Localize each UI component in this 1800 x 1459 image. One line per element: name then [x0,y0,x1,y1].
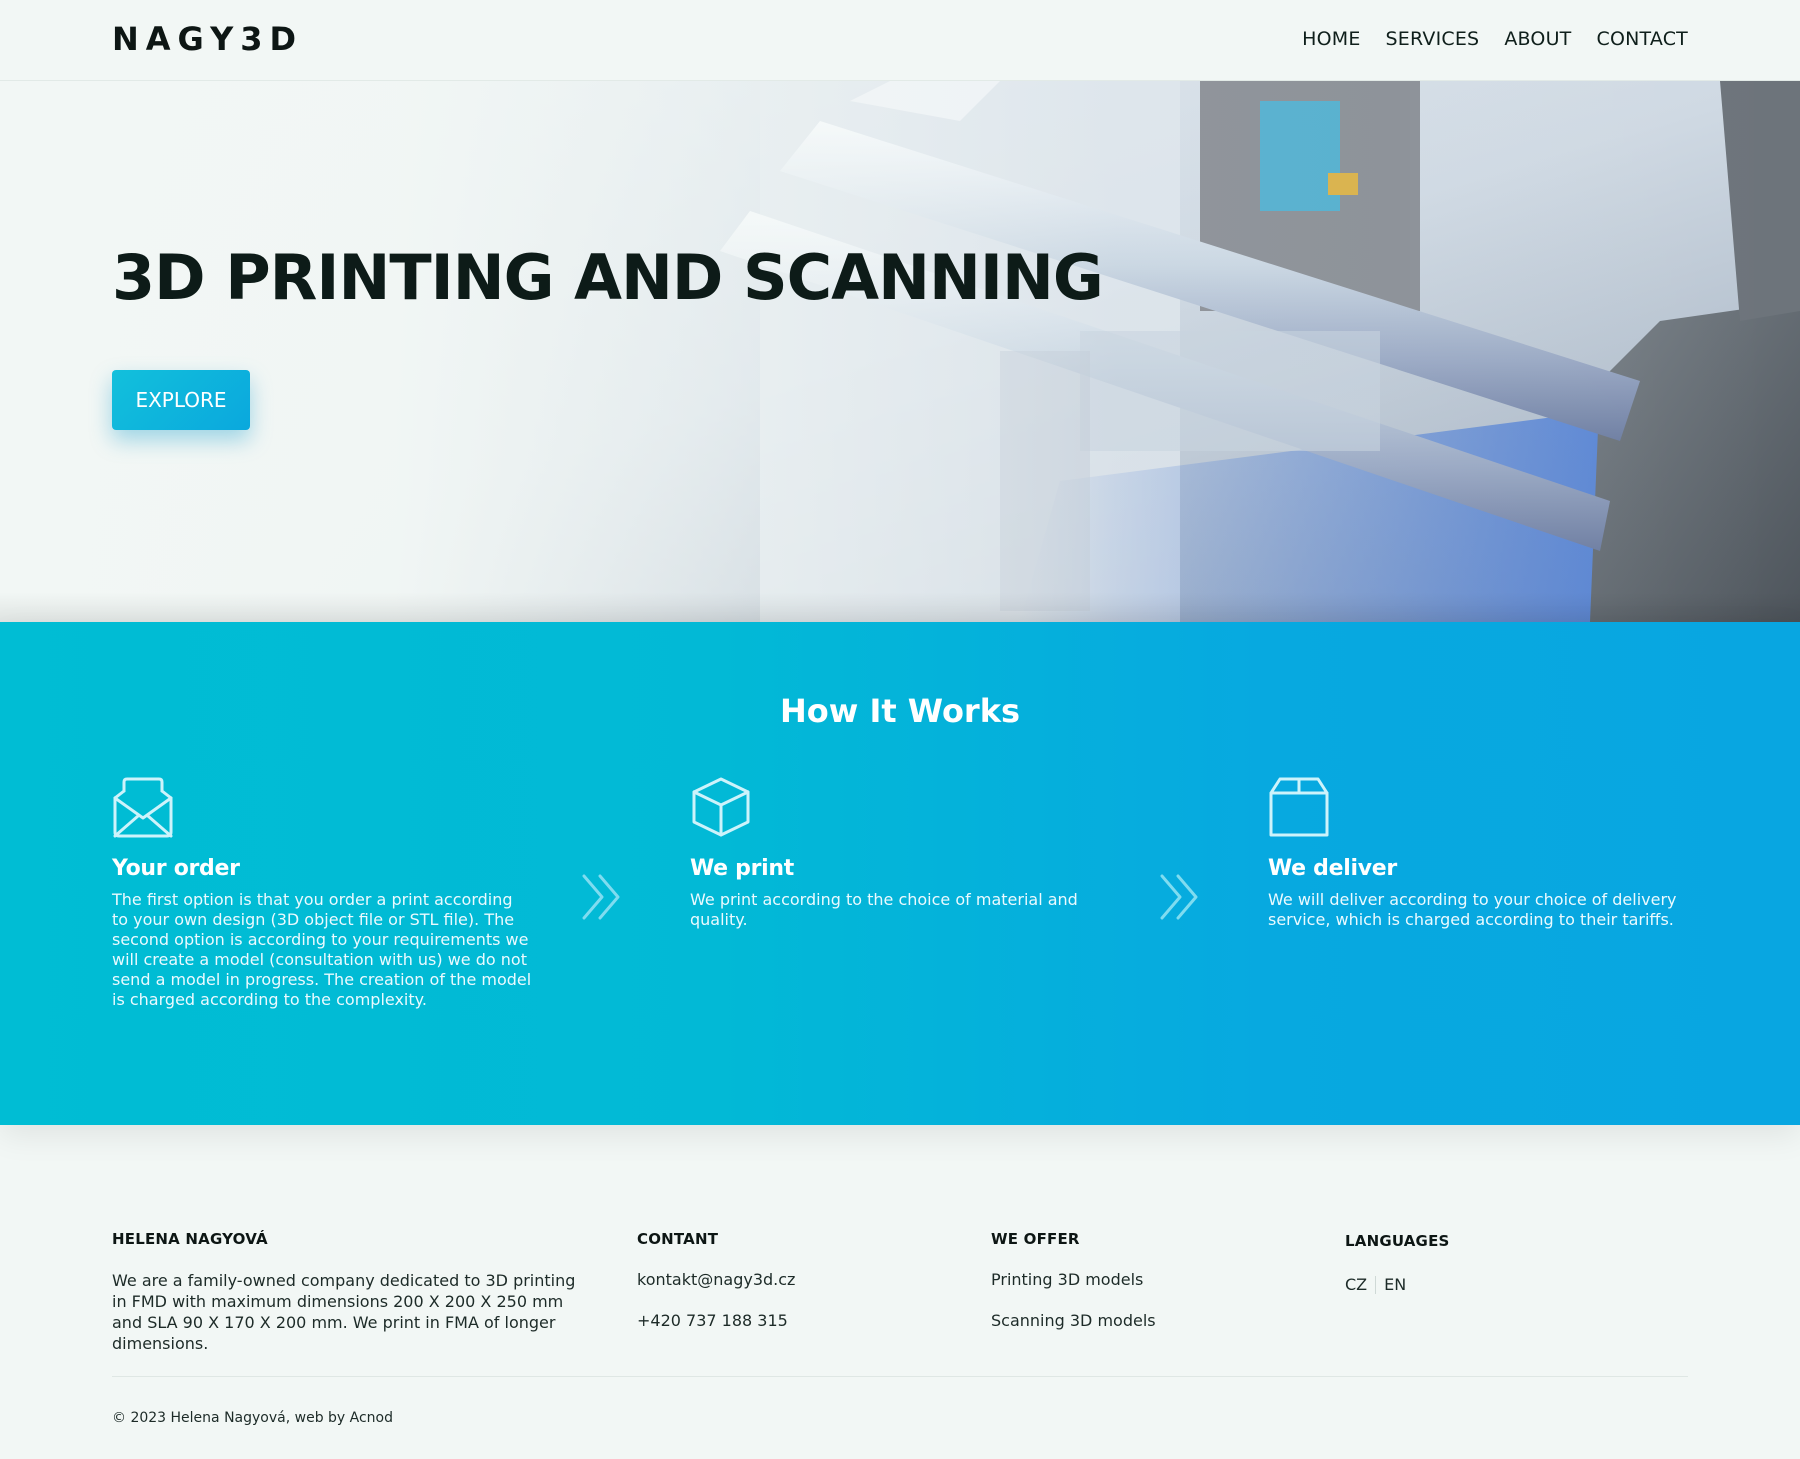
step-your-order: Your order The first option is that you … [112,776,532,1010]
step-text: We print according to the choice of mate… [690,890,1078,929]
main-nav: HOME SERVICES ABOUT CONTACT [1302,28,1688,50]
hero-section: 3D PRINTING AND SCANNING EXPLORE [0,81,1800,622]
how-it-works-section: How It Works Your order The first option… [0,622,1800,1125]
nav-home[interactable]: HOME [1302,28,1360,50]
footer-about-heading: HELENA NAGYOVÁ [112,1230,268,1248]
envelope-open-icon [113,777,173,838]
footer-contact-heading: CONTANT [637,1230,719,1248]
hero-title: 3D PRINTING AND SCANNING [112,241,1104,314]
cube-icon [692,777,750,837]
footer-offer-printing-link[interactable]: Printing 3D models [991,1270,1156,1289]
footer-contact: CONTANT kontakt@nagy3d.cz +420 737 188 3… [637,1230,795,1330]
step-title: Your order [112,856,240,881]
step-we-print: We print We print according to the choic… [690,776,1110,930]
language-divider [1375,1275,1377,1294]
nav-contact[interactable]: CONTACT [1596,28,1688,50]
footer-offer: WE OFFER Printing 3D models Scanning 3D … [991,1230,1156,1330]
logo[interactable]: NAGY3D [112,20,303,58]
double-chevron-right-icon [582,874,620,920]
box-icon [1269,777,1329,837]
footer-offer-scanning-link[interactable]: Scanning 3D models [991,1311,1156,1330]
site-header: NAGY3D HOME SERVICES ABOUT CONTACT [0,0,1800,81]
footer-about-text: We are a family-owned company dedicated … [112,1271,576,1353]
step-text: We will deliver according to your choice… [1268,890,1677,929]
step-title: We print [690,856,794,881]
footer-languages: LANGUAGES CZ EN [1345,1232,1450,1294]
copyright-text: © 2023 Helena Nagyová, web by Acnod [112,1410,394,1426]
footer-about: HELENA NAGYOVÁ We are a family-owned com… [112,1230,582,1354]
step-text: The first option is that you order a pri… [112,890,532,1009]
hero-fade-overlay [0,81,1800,622]
how-it-works-title: How It Works [779,692,1021,730]
hero-bottom-shadow [0,592,1800,622]
footer-phone-link[interactable]: +420 737 188 315 [637,1311,795,1330]
nav-about[interactable]: ABOUT [1504,28,1571,50]
step-title: We deliver [1268,856,1397,881]
language-cz-link[interactable]: CZ [1345,1275,1367,1294]
language-en-link[interactable]: EN [1384,1275,1406,1294]
double-chevron-right-icon [1160,874,1198,920]
site-footer: HELENA NAGYOVÁ We are a family-owned com… [0,1125,1800,1459]
footer-email-link[interactable]: kontakt@nagy3d.cz [637,1270,795,1289]
nav-services[interactable]: SERVICES [1386,28,1480,50]
explore-button[interactable]: EXPLORE [112,370,250,430]
footer-divider [112,1376,1688,1377]
footer-languages-heading: LANGUAGES [1345,1232,1450,1250]
step-we-deliver: We deliver We will deliver according to … [1268,776,1688,930]
language-switcher: CZ EN [1345,1275,1450,1294]
footer-offer-heading: WE OFFER [991,1230,1080,1248]
